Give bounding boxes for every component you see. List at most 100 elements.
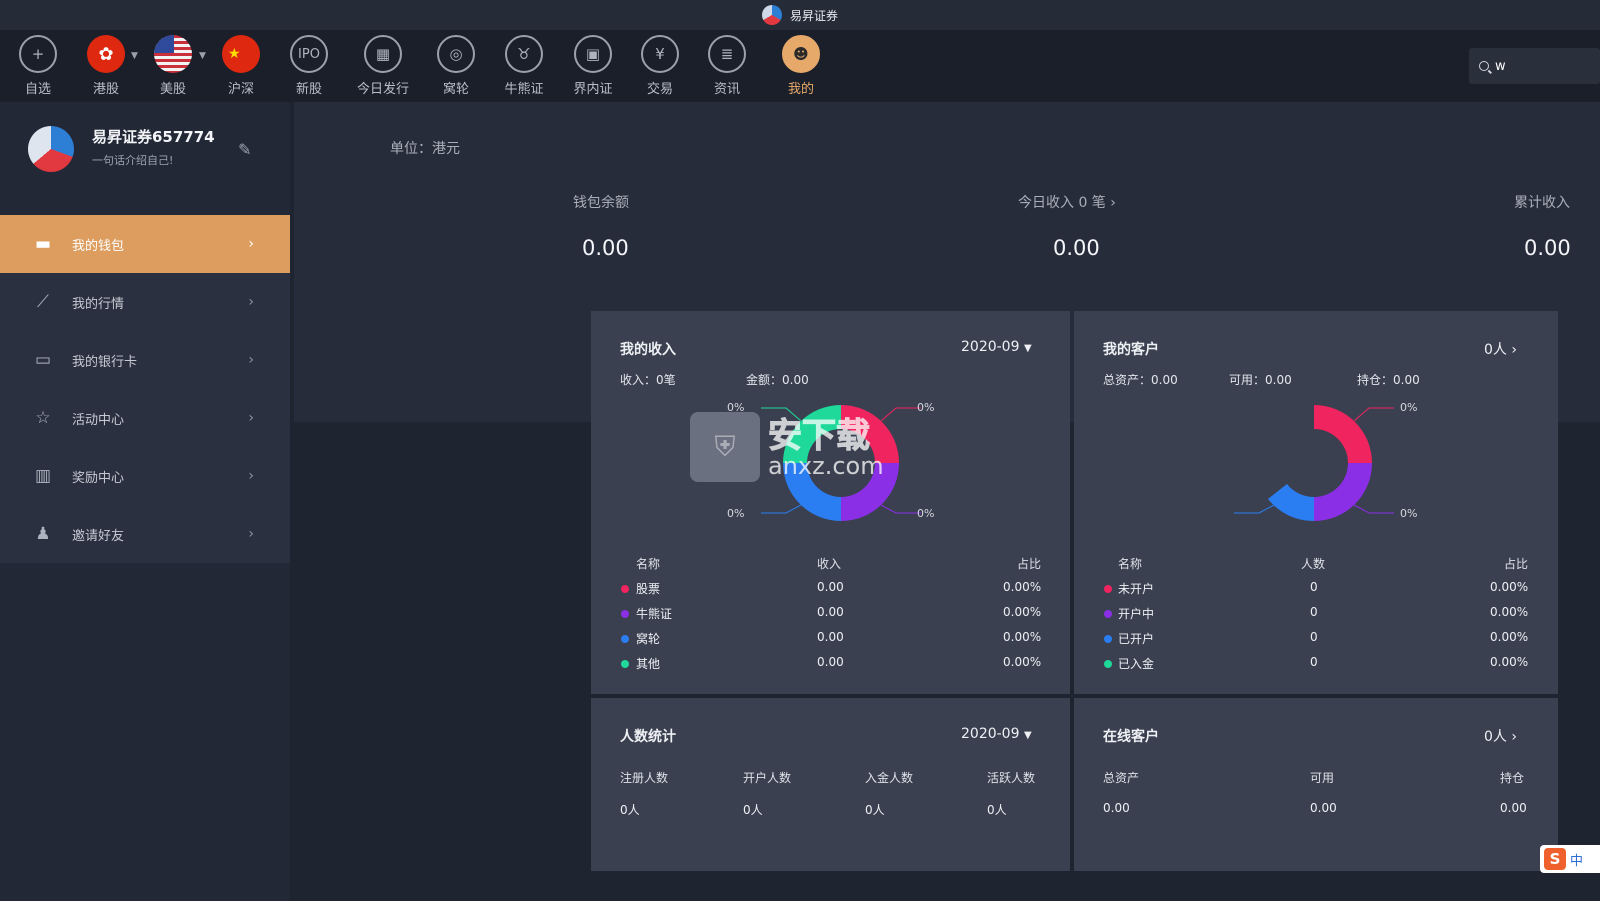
- clients-row-name: 已入金: [1118, 657, 1155, 671]
- income-col-pct: 占比: [1017, 557, 1042, 571]
- clients-col-name: 名称: [1118, 557, 1143, 571]
- clients-title: 我的客户: [1103, 342, 1159, 358]
- hk-dropdown-caret-icon[interactable]: ▼: [131, 51, 138, 61]
- wallet-icon: ▬: [34, 234, 52, 254]
- avatar[interactable]: [28, 126, 74, 172]
- clients-row-pct: 0.00%: [1490, 580, 1529, 594]
- income-row-name: 牛熊证: [636, 607, 673, 621]
- income-card: 我的收入 2020-09 ▼ 收入：0笔 金额：0.00 0% 0% 0% 0%…: [591, 311, 1070, 694]
- hk-flag-icon: ✿: [87, 35, 125, 73]
- clients-count-link[interactable]: 0人 ›: [1484, 339, 1517, 359]
- search-box[interactable]: [1469, 48, 1600, 84]
- toolbar-item-favorites[interactable]: + 自选: [8, 35, 68, 97]
- toolbar-item-cbbc[interactable]: ♉ 牛熊证: [494, 35, 554, 97]
- sidebar-item-label: 我的银行卡: [72, 354, 138, 370]
- toolbar-item-cn[interactable]: ★ 沪深: [211, 35, 271, 97]
- cn-flag-icon: ★: [222, 35, 260, 73]
- sidebar-item-label: 我的行情: [72, 296, 125, 312]
- clients-available: 可用：0.00: [1229, 373, 1292, 387]
- clients-col-pct: 占比: [1504, 557, 1529, 571]
- toolbar-label: 资讯: [713, 82, 740, 97]
- search-input[interactable]: [1495, 58, 1595, 74]
- today-income-text: 今日收入 0 笔: [1018, 195, 1106, 211]
- user-profile: 易昇证券657774 一句话介绍自己! ✎: [0, 102, 290, 212]
- people-opened-value: 0人: [743, 803, 763, 817]
- watermark-domain: anxz.com: [768, 452, 884, 480]
- wallet-balance-value: 0.00: [582, 236, 629, 260]
- watermark-text: 安下载: [768, 416, 871, 457]
- online-col-holdings: 持仓: [1500, 771, 1525, 785]
- toolbar-item-warrant[interactable]: ◎ 窝轮: [426, 35, 486, 97]
- ime-indicator[interactable]: S 中: [1540, 845, 1600, 873]
- today-income-label[interactable]: 今日收入 0 笔 ›: [1018, 192, 1116, 212]
- people-col-opened: 开户人数: [743, 771, 792, 785]
- edit-icon[interactable]: ✎: [238, 140, 251, 159]
- legend-dot: [1104, 585, 1112, 593]
- people-period-select[interactable]: 2020-09 ▼: [961, 726, 1032, 742]
- clients-row-value: 0: [1310, 605, 1318, 619]
- online-available-value: 0.00: [1310, 801, 1337, 815]
- toolbar-item-today-issue[interactable]: ▦ 今日发行: [353, 35, 413, 97]
- legend-dot: [621, 585, 629, 593]
- donut-segment-opening: [1314, 463, 1372, 521]
- sidebar: 易昇证券657774 一句话介绍自己! ✎ ▬ 我的钱包 › ⟋ 我的行情 › …: [0, 102, 290, 901]
- chevron-right-icon: ›: [1110, 195, 1116, 211]
- user-icon: ☻: [782, 35, 820, 73]
- toolbar-item-hk[interactable]: ✿ 港股: [76, 35, 136, 97]
- toolbar-item-inline-warrant[interactable]: ▣ 界内证: [563, 35, 623, 97]
- donut-segment-opened: [1268, 484, 1314, 522]
- clients-col-count: 人数: [1301, 557, 1326, 571]
- chevron-right-icon: ›: [248, 410, 254, 426]
- online-col-total: 总资产: [1103, 771, 1140, 785]
- sidebar-item-rewards[interactable]: ▥ 奖励中心 ›: [0, 447, 290, 505]
- income-row-value: 0.00: [817, 630, 844, 644]
- people-col-registered: 注册人数: [620, 771, 669, 785]
- people-registered-value: 0人: [620, 803, 640, 817]
- sidebar-item-wallet[interactable]: ▬ 我的钱包 ›: [0, 215, 290, 273]
- income-row-value: 0.00: [817, 655, 844, 669]
- user-name: 易昇证券657774: [92, 128, 215, 146]
- income-row-name: 其他: [636, 657, 661, 671]
- sidebar-item-label: 活动中心: [72, 412, 125, 428]
- toolbar-item-news[interactable]: ≣ 资讯: [697, 35, 757, 97]
- chevron-right-icon: ›: [248, 468, 254, 484]
- donut-segment-not-opened: [1314, 405, 1372, 463]
- income-row-value: 0.00: [817, 605, 844, 619]
- us-flag-icon: [154, 35, 192, 73]
- people-active-value: 0人: [987, 803, 1007, 817]
- people-stats-card: 人数统计 2020-09 ▼ 注册人数 开户人数 入金人数 活跃人数 0人 0人…: [591, 698, 1070, 871]
- toolbar-label: 界内证: [573, 82, 613, 97]
- income-period-select[interactable]: 2020-09 ▼: [961, 339, 1032, 355]
- toolbar-item-mine[interactable]: ☻ 我的: [771, 35, 831, 97]
- sidebar-item-label: 奖励中心: [72, 470, 125, 486]
- clients-row-pct: 0.00%: [1490, 605, 1529, 619]
- toolbar-item-ipo[interactable]: IPO 新股: [279, 35, 339, 97]
- clients-holdings: 持仓：0.00: [1357, 373, 1420, 387]
- sogou-icon: S: [1544, 848, 1566, 870]
- sidebar-item-bank-card[interactable]: ▭ 我的银行卡 ›: [0, 331, 290, 389]
- ipo-icon: IPO: [290, 35, 328, 73]
- sidebar-item-invite[interactable]: ♟ 邀请好友 ›: [0, 505, 290, 563]
- clients-row-name: 已开户: [1118, 632, 1155, 646]
- caret-down-icon: ▼: [1023, 730, 1032, 741]
- income-pct-label: 0%: [917, 507, 935, 520]
- income-pct-label: 0%: [917, 401, 935, 414]
- income-amount: 金额：0.00: [746, 373, 809, 387]
- income-pct-label: 0%: [727, 507, 745, 520]
- people-stats-title: 人数统计: [620, 729, 676, 745]
- toolbar-label: 沪深: [227, 82, 254, 97]
- income-count: 收入：0笔: [620, 373, 676, 387]
- income-row-pct: 0.00%: [1003, 580, 1042, 594]
- search-icon: [1479, 61, 1489, 71]
- user-bio: 一句话介绍自己!: [92, 154, 174, 167]
- us-dropdown-caret-icon[interactable]: ▼: [199, 51, 206, 61]
- trend-icon: ⟋: [37, 292, 49, 312]
- sidebar-item-activity[interactable]: ☆ 活动中心 ›: [0, 389, 290, 447]
- toolbar-label: 美股: [159, 82, 186, 97]
- online-clients-card: 在线客户 0人 › 总资产 可用 持仓 0.00 0.00 0.00: [1074, 698, 1558, 871]
- toolbar-item-us[interactable]: 美股: [143, 35, 203, 97]
- sidebar-item-market[interactable]: ⟋ 我的行情 ›: [0, 273, 290, 331]
- online-count-link[interactable]: 0人 ›: [1484, 726, 1517, 746]
- toolbar-item-trade[interactable]: ¥ 交易: [630, 35, 690, 97]
- income-row-name: 股票: [636, 582, 661, 596]
